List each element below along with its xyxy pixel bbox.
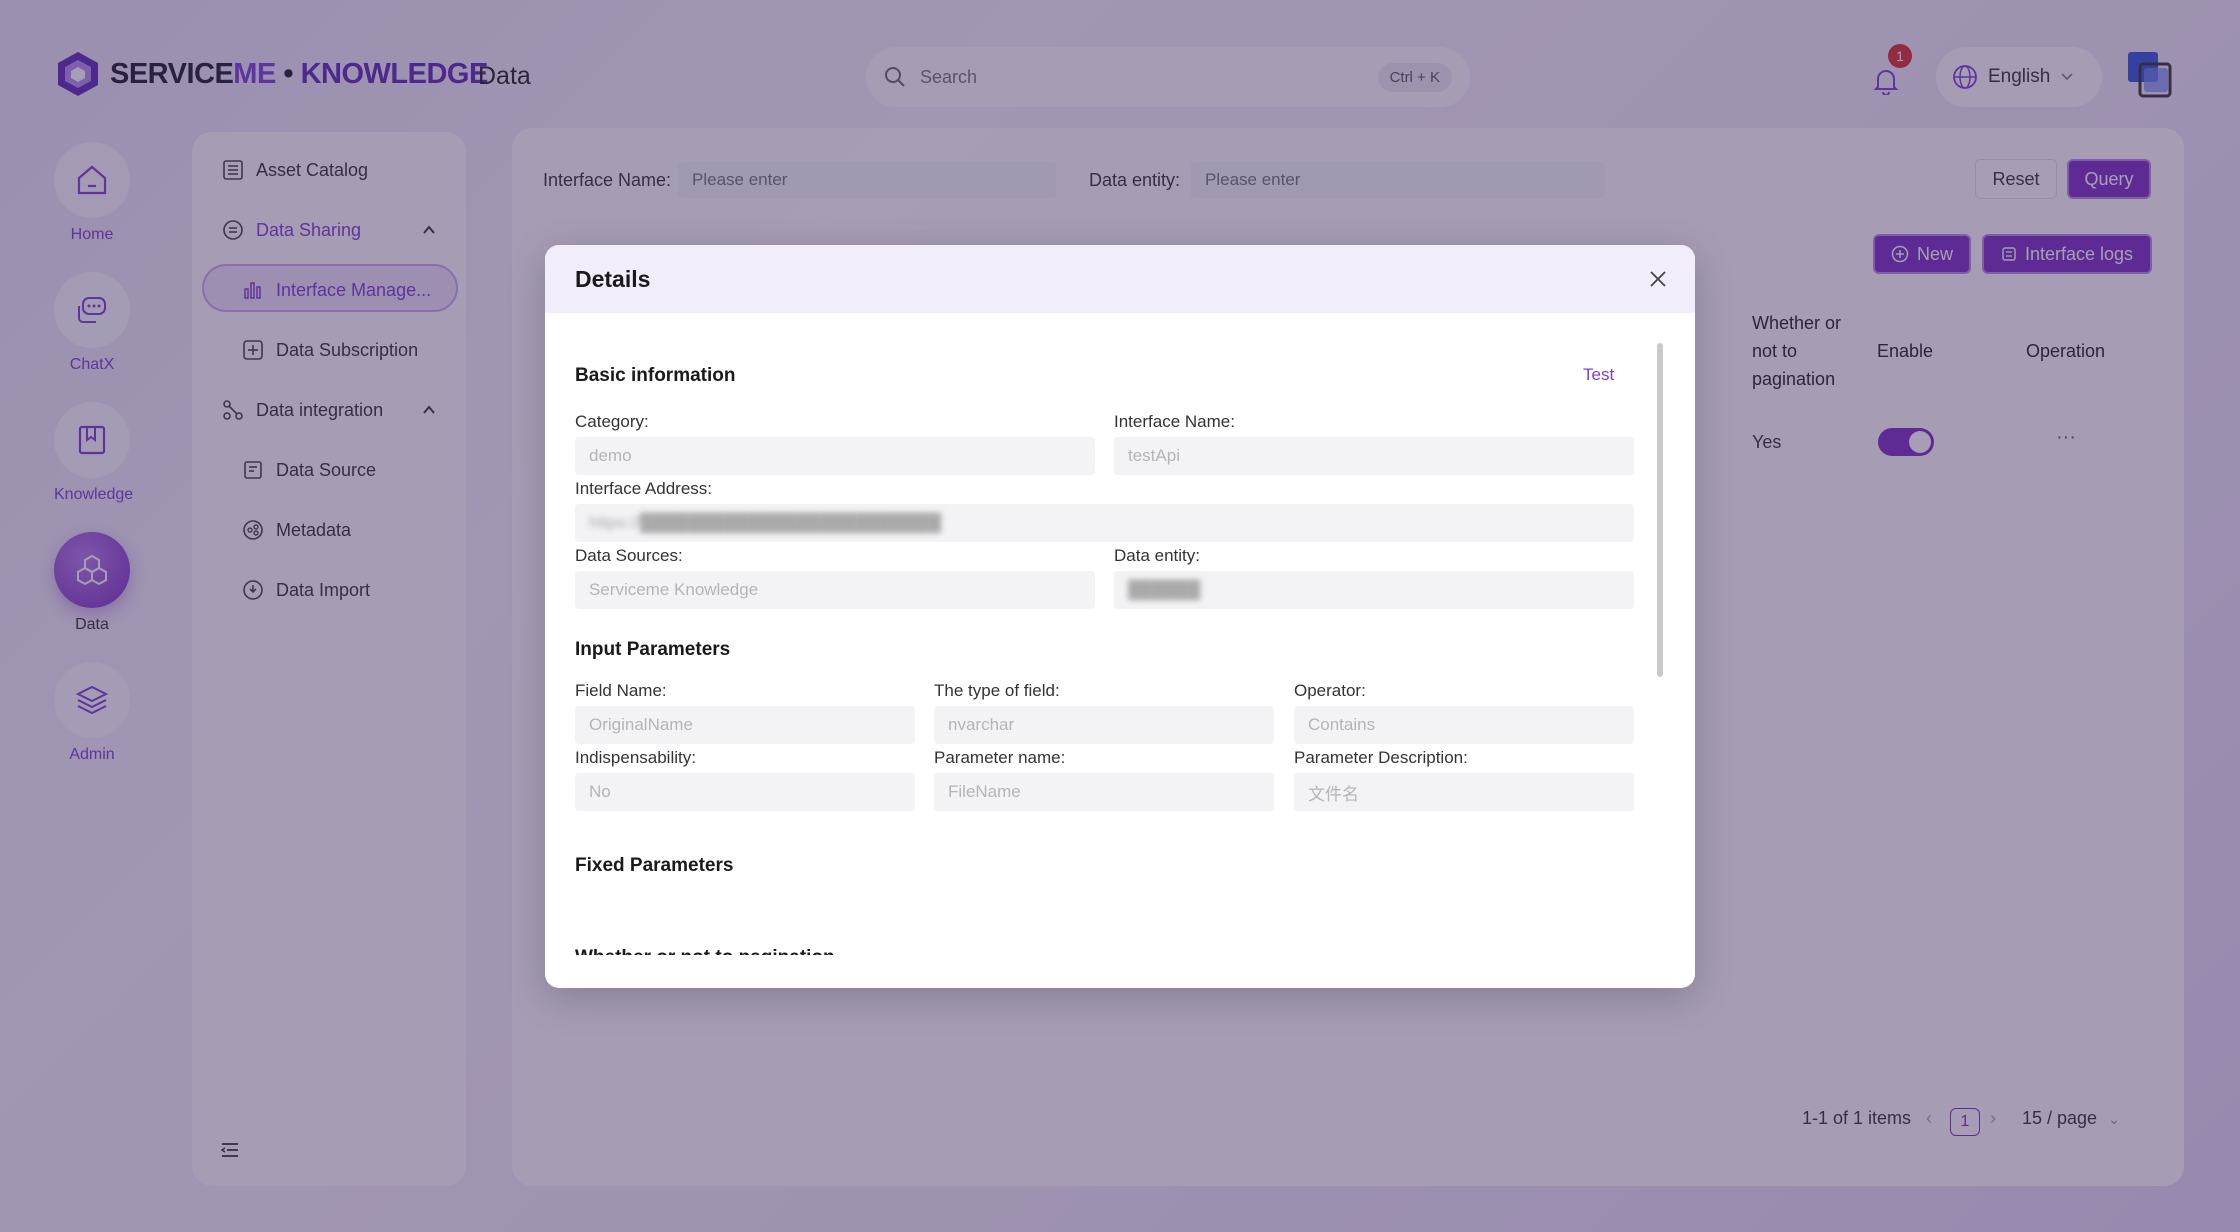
modal-title: Details bbox=[575, 266, 651, 292]
operator-label: Operator: bbox=[1294, 681, 1366, 700]
indispensability-label: Indispensability: bbox=[575, 748, 696, 767]
parameter-name-field: FileName bbox=[934, 773, 1274, 811]
basic-info-title: Basic information bbox=[575, 365, 736, 386]
parameter-name-label: Parameter name: bbox=[934, 748, 1066, 767]
details-modal: Details Basic information Test Category:… bbox=[545, 245, 1695, 988]
field-type-label: The type of field: bbox=[934, 681, 1060, 700]
interface-address-field: https://█████████████████████████ bbox=[575, 504, 1634, 542]
field-type-field: nvarchar bbox=[934, 706, 1274, 744]
close-icon[interactable] bbox=[1648, 269, 1668, 289]
category-label: Category: bbox=[575, 412, 649, 431]
category-field: demo bbox=[575, 437, 1095, 475]
operator-field: Contains bbox=[1294, 706, 1634, 744]
interface-name-field: testApi bbox=[1114, 437, 1634, 475]
data-sources-label: Data Sources: bbox=[575, 546, 683, 565]
data-entity-field: ██████ bbox=[1114, 571, 1634, 609]
test-link[interactable]: Test bbox=[1583, 365, 1614, 385]
data-entity-label: Data entity: bbox=[1114, 546, 1200, 565]
data-sources-field: Serviceme Knowledge bbox=[575, 571, 1095, 609]
interface-name-label: Interface Name: bbox=[1114, 412, 1235, 431]
field-name-field: OriginalName bbox=[575, 706, 915, 744]
fixed-parameters-title: Fixed Parameters bbox=[575, 855, 734, 876]
modal-header: Details bbox=[545, 245, 1695, 313]
field-name-label: Field Name: bbox=[575, 681, 667, 700]
parameter-description-label: Parameter Description: bbox=[1294, 748, 1468, 767]
input-parameters-title: Input Parameters bbox=[575, 639, 731, 660]
interface-address-value: https://█████████████████████████ bbox=[589, 513, 942, 532]
modal-scrollbar[interactable] bbox=[1657, 343, 1663, 677]
interface-address-label: Interface Address: bbox=[575, 479, 713, 498]
indispensability-field: No bbox=[575, 773, 915, 811]
parameter-description-field: 文件名 bbox=[1294, 773, 1634, 811]
pagination-section-title: Whether or not to pagination bbox=[575, 945, 835, 955]
app-root: SERVICEME • KNOWLEDGE Data Ctrl + K 1 bbox=[0, 0, 2240, 1232]
data-entity-value: ██████ bbox=[1128, 580, 1201, 599]
